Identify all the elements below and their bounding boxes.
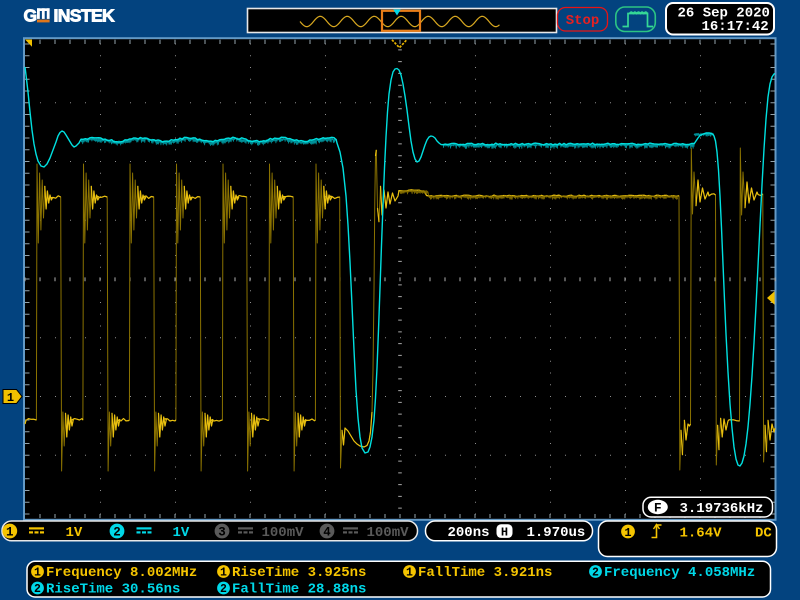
svg-text:1.64V: 1.64V xyxy=(680,526,723,542)
svg-text:INSTEK: INSTEK xyxy=(54,5,116,25)
svg-text:1: 1 xyxy=(34,567,41,580)
svg-text:1: 1 xyxy=(7,391,14,405)
svg-text:1V: 1V xyxy=(173,525,190,541)
svg-text:Frequency 8.002MHz: Frequency 8.002MHz xyxy=(46,565,197,581)
svg-text:100mV: 100mV xyxy=(262,525,305,541)
svg-text:H: H xyxy=(501,525,508,539)
svg-text:RiseTime 30.56ns: RiseTime 30.56ns xyxy=(46,582,180,598)
svg-text:RiseTime 3.925ns: RiseTime 3.925ns xyxy=(232,565,366,581)
svg-text:G: G xyxy=(24,5,38,25)
svg-text:3.19736kHz: 3.19736kHz xyxy=(680,501,764,517)
svg-text:1: 1 xyxy=(406,567,413,580)
svg-text:200ns: 200ns xyxy=(448,525,490,541)
svg-text:1: 1 xyxy=(624,526,631,540)
svg-text:2: 2 xyxy=(113,526,121,540)
svg-text:DC: DC xyxy=(755,526,772,542)
svg-text:16:17:42: 16:17:42 xyxy=(702,19,769,35)
svg-text:2: 2 xyxy=(592,567,599,580)
svg-text:F: F xyxy=(654,501,662,516)
svg-text:1V: 1V xyxy=(66,525,83,541)
svg-text:100mV: 100mV xyxy=(367,525,410,541)
svg-text:2: 2 xyxy=(220,583,227,596)
svg-text:2: 2 xyxy=(34,583,41,596)
svg-text:3: 3 xyxy=(218,526,226,540)
svg-text:4: 4 xyxy=(323,526,331,540)
svg-text:Frequency 4.058MHz: Frequency 4.058MHz xyxy=(604,565,755,581)
svg-text:1.970us: 1.970us xyxy=(527,525,586,541)
svg-text:Stop: Stop xyxy=(566,13,600,29)
svg-text:FallTime 3.921ns: FallTime 3.921ns xyxy=(418,565,552,581)
svg-text:1: 1 xyxy=(6,526,14,540)
svg-text:1: 1 xyxy=(220,567,227,580)
svg-text:FallTime 28.88ns: FallTime 28.88ns xyxy=(232,582,366,598)
